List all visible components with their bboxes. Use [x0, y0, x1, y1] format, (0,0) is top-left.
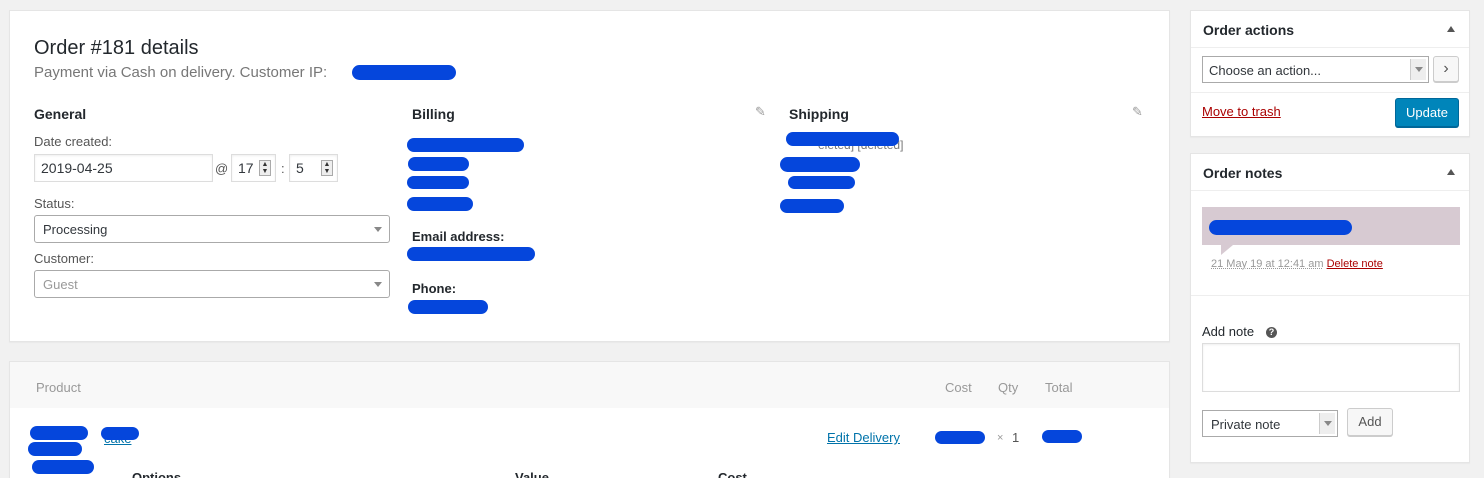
redacted-product-name: [101, 427, 139, 440]
customer-select[interactable]: Guest: [34, 270, 390, 298]
order-data-panel: Order #181 details Payment via Cash on d…: [9, 10, 1170, 342]
note-meta: 21 May 19 at 12:41 am Delete note: [1211, 258, 1383, 270]
meta-col-cost: Cost: [718, 470, 747, 478]
col-product: Product: [36, 380, 81, 395]
redacted-ip: [352, 65, 456, 80]
note-type-value: Private note: [1211, 417, 1281, 432]
date-created-label: Date created:: [34, 134, 113, 149]
divider: [1191, 47, 1469, 48]
note-date: 21 May 19 at 12:41 am: [1211, 258, 1324, 270]
col-cost: Cost: [945, 380, 972, 395]
minute-spinner-icon[interactable]: ▲ ▼: [321, 160, 333, 176]
status-select[interactable]: Processing: [34, 215, 390, 243]
order-payment-info: Payment via Cash on delivery. Customer I…: [34, 64, 327, 81]
select-arrow-box: [1319, 413, 1335, 434]
hour-input[interactable]: 17 ▲ ▼: [231, 154, 276, 182]
redacted-product-thumbnail: [30, 426, 88, 440]
redacted-product-thumbnail: [32, 460, 94, 474]
general-heading: General: [34, 106, 87, 122]
collapse-toggle-icon[interactable]: [1447, 169, 1455, 175]
order-action-select[interactable]: Choose an action...: [1202, 56, 1429, 83]
redacted-product-thumbnail: [28, 442, 82, 456]
chevron-down-icon: [1324, 421, 1332, 426]
redacted-billing-line-3: [407, 176, 469, 189]
edit-delivery-link[interactable]: Edit Delivery: [827, 430, 900, 445]
col-total: Total: [1045, 380, 1073, 395]
redacted-phone: [408, 300, 488, 314]
order-notes-title: Order notes: [1203, 165, 1283, 181]
redacted-note-text: [1209, 220, 1352, 235]
update-button[interactable]: Update: [1395, 98, 1459, 127]
note-type-select[interactable]: Private note: [1202, 410, 1338, 437]
divider: [1191, 295, 1469, 296]
note-bubble-tail: [1221, 245, 1233, 255]
col-qty: Qty: [998, 380, 1019, 395]
customer-value: Guest: [43, 277, 78, 292]
email-label: Email address:: [412, 229, 505, 244]
add-note-button[interactable]: Add: [1347, 408, 1393, 436]
payment-text: Payment via Cash on delivery. Customer I…: [34, 64, 328, 81]
divider: [1191, 92, 1469, 93]
edit-billing-pencil-icon[interactable]: ✎: [755, 104, 766, 120]
hour-value: 17: [238, 160, 254, 176]
meta-col-value: Value: [515, 470, 549, 478]
select-arrow-box: [1410, 59, 1426, 80]
chevron-down-icon: [374, 227, 382, 232]
minute-input[interactable]: 5 ▲ ▼: [289, 154, 338, 182]
redacted-shipping-line-1: [786, 132, 899, 146]
at-sign: @: [215, 161, 229, 176]
edit-shipping-pencil-icon[interactable]: ✎: [1132, 104, 1143, 120]
order-notes-box: Order notes 21 May 19 at 12:41 am Delete…: [1190, 153, 1470, 463]
redacted-shipping-line-4: [780, 199, 844, 213]
chevron-down-icon: [1415, 67, 1423, 72]
apply-action-button[interactable]: ›: [1433, 56, 1459, 82]
collapse-toggle-icon[interactable]: [1447, 26, 1455, 32]
meta-col-options: Options: [132, 470, 182, 478]
shipping-heading: Shipping: [789, 106, 849, 122]
billing-heading: Billing: [412, 106, 455, 122]
chevron-down-icon: [374, 282, 382, 287]
redacted-cost: [935, 431, 985, 444]
status-label: Status:: [34, 196, 75, 211]
add-note-label: Add note: [1202, 324, 1255, 339]
redacted-email[interactable]: [407, 247, 535, 261]
date-created-input[interactable]: 2019-04-25: [34, 154, 213, 182]
add-note-label-row: Add note?: [1202, 324, 1278, 339]
items-table-header: Product Cost Qty Total: [10, 362, 1169, 408]
redacted-shipping-line-3: [788, 176, 855, 189]
order-action-value: Choose an action...: [1209, 63, 1322, 78]
qty-value: 1: [1012, 430, 1020, 445]
divider: [1191, 190, 1469, 191]
time-colon: :: [281, 161, 285, 176]
status-value: Processing: [43, 222, 108, 237]
qty-times-sign: ×: [997, 432, 1004, 444]
minute-value: 5: [296, 160, 304, 176]
order-items-panel: Product Cost Qty Total cake Edit Deliver…: [9, 361, 1170, 478]
redacted-total: [1042, 430, 1082, 443]
hour-spinner-icon[interactable]: ▲ ▼: [259, 160, 271, 176]
help-icon[interactable]: ?: [1266, 327, 1278, 338]
move-to-trash-link[interactable]: Move to trash: [1202, 104, 1281, 119]
redacted-shipping-line-2: [780, 157, 860, 172]
phone-label: Phone:: [412, 281, 457, 296]
add-note-textarea[interactable]: [1202, 343, 1460, 392]
order-title: Order #181 details: [34, 37, 199, 59]
redacted-billing-line-4: [407, 197, 473, 211]
redacted-billing-line-2: [408, 157, 469, 171]
order-actions-box: Order actions Choose an action... › Move…: [1190, 10, 1470, 137]
delete-note-link[interactable]: Delete note: [1327, 258, 1383, 270]
order-actions-title: Order actions: [1203, 22, 1295, 38]
customer-label: Customer:: [34, 251, 94, 266]
redacted-billing-line-1: [407, 138, 524, 152]
